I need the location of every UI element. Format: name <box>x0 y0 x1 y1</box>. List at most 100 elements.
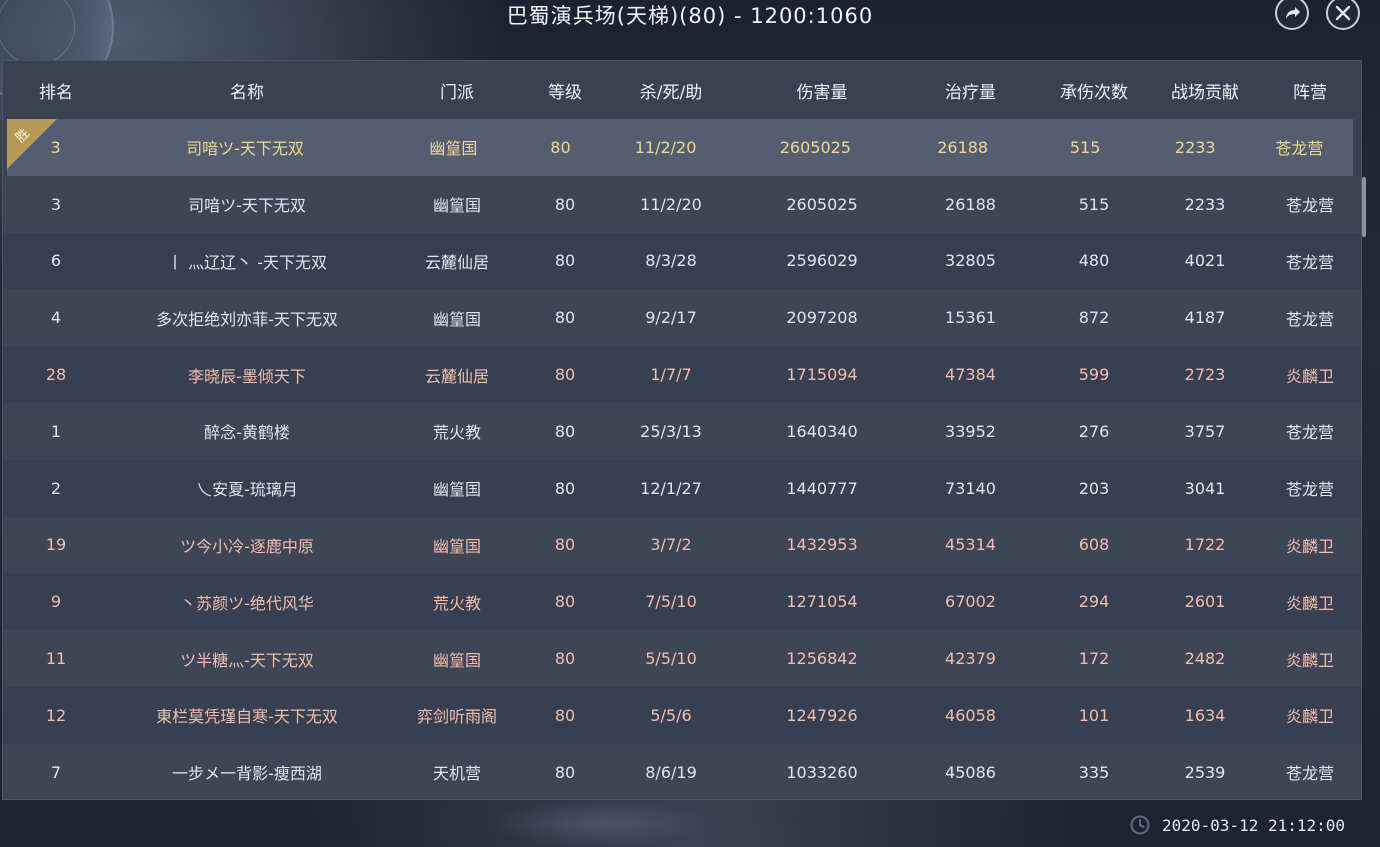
table-row[interactable]: 19 ツ今小冷-逐鹿中原 幽篁国 80 3/7/2 1432953 45314 … <box>3 516 1361 574</box>
clock-icon <box>1130 815 1150 835</box>
cell-rank: 19 <box>45 535 67 555</box>
table-row[interactable]: 3 司喑ツ-天下无双 幽篁国 80 11/2/20 2605025 26188 … <box>3 175 1361 233</box>
cell-kda: 7/5/10 <box>645 592 697 612</box>
highlighted-player-row[interactable]: 胜 3 司喑ツ-天下无双 幽篁国 80 11/2/20 2605025 2618… <box>7 119 1353 176</box>
cell-camp: 炎麟卫 <box>1285 536 1334 556</box>
cell-name: 乀安夏-琉璃月 <box>196 480 298 500</box>
cell-damage: 1715094 <box>786 365 858 385</box>
cell-hits: 599 <box>1078 365 1110 385</box>
timestamp-display: 2020-03-12 21:12:00 <box>1130 815 1345 835</box>
cell-sect: 幽篁国 <box>432 309 481 329</box>
cell-hits: 172 <box>1078 649 1110 669</box>
cell-camp: 炎麟卫 <box>1285 593 1334 613</box>
cell-contrib: 2233 <box>1184 194 1226 214</box>
cell-contrib: 4021 <box>1184 251 1226 271</box>
battle-title: 巴蜀演兵场(天梯)(80) - 1200:1060 <box>506 4 874 28</box>
cell-heal: 42379 <box>945 649 996 669</box>
cell-damage: 1271054 <box>786 592 858 612</box>
header-name[interactable]: 名称 <box>109 78 385 103</box>
cell-rank: 3 <box>50 194 62 214</box>
cell-level: 80 <box>554 535 576 555</box>
header-camp[interactable]: 阵营 <box>1260 78 1360 103</box>
cell-damage: 1033260 <box>786 762 858 782</box>
cell-kda: 3/7/2 <box>650 535 692 555</box>
header-kda[interactable]: 杀/死/助 <box>601 78 741 103</box>
cell-rank: 28 <box>45 365 67 385</box>
header-level[interactable]: 等级 <box>529 78 601 103</box>
cell-name: 醉念-黄鹤楼 <box>204 423 290 443</box>
table-row[interactable]: 2 乀安夏-琉璃月 幽篁国 80 12/1/27 1440777 73140 2… <box>3 459 1361 517</box>
cell-level: 80 <box>554 421 576 441</box>
decorative-glow <box>490 800 710 847</box>
table-row[interactable]: 7 一步メ一背影-瘦西湖 天机营 80 8/6/19 1033260 45086… <box>3 743 1361 799</box>
cell-camp: 苍龙营 <box>1285 764 1334 784</box>
cell-kda: 25/3/13 <box>640 421 702 441</box>
cell-kda: 5/5/10 <box>645 649 697 669</box>
cell-damage: 2097208 <box>786 308 858 328</box>
cell-heal: 15361 <box>945 308 996 328</box>
cell-level: 80 <box>554 308 576 328</box>
cell-kda: 11/2/20 <box>634 137 697 157</box>
header-hits[interactable]: 承伤次数 <box>1038 78 1150 103</box>
cell-level: 80 <box>554 365 576 385</box>
cell-hits: 608 <box>1078 535 1110 555</box>
cell-name: 司喑ツ-天下无双 <box>188 196 306 216</box>
cell-level: 80 <box>550 137 571 157</box>
cell-contrib: 3041 <box>1184 478 1226 498</box>
table-row[interactable]: 11 ツ半糖灬-天下无双 幽篁国 80 5/5/10 1256842 42379… <box>3 630 1361 687</box>
cell-contrib: 2539 <box>1184 762 1226 782</box>
cell-name: 司喑ツ-天下无双 <box>186 139 304 159</box>
cell-heal: 46058 <box>945 705 996 725</box>
cell-hits: 101 <box>1078 705 1110 725</box>
table-row[interactable]: 28 李晓辰-墨倾天下 云麓仙居 80 1/7/7 1715094 47384 … <box>3 346 1361 403</box>
cell-damage: 1432953 <box>786 535 858 555</box>
table-row[interactable]: 9 丶苏颜ツ-绝代风华 荒火教 80 7/5/10 1271054 67002 … <box>3 573 1361 631</box>
cell-contrib: 1722 <box>1184 535 1226 555</box>
cell-name: 丨 灬辽辽丶 -天下无双 <box>167 252 327 272</box>
cell-sect: 弈剑听雨阁 <box>416 707 497 727</box>
cell-rank: 7 <box>50 762 62 782</box>
cell-rank: 1 <box>50 421 62 441</box>
cell-damage: 1247926 <box>786 705 858 725</box>
cell-heal: 67002 <box>945 592 996 612</box>
cell-name: ツ今小冷-逐鹿中原 <box>180 536 314 556</box>
table-header: 排名 名称 门派 等级 杀/死/助 伤害量 治疗量 承伤次数 战场贡献 阵营 <box>3 61 1361 119</box>
cell-contrib: 2601 <box>1184 592 1226 612</box>
cell-heal: 26188 <box>945 194 996 214</box>
cell-sect: 幽篁国 <box>432 536 481 556</box>
header-damage[interactable]: 伤害量 <box>741 78 903 103</box>
cell-camp: 炎麟卫 <box>1285 707 1334 727</box>
cell-kda: 11/2/20 <box>640 194 702 214</box>
header-sect[interactable]: 门派 <box>385 78 529 103</box>
table-row[interactable]: 12 東栏莫凭瑾自寒-天下无双 弈剑听雨阁 80 5/5/6 1247926 4… <box>3 686 1361 744</box>
cell-name: ツ半糖灬-天下无双 <box>180 650 314 670</box>
cell-damage: 1640340 <box>786 421 858 441</box>
cell-kda: 8/6/19 <box>645 762 697 782</box>
cell-contrib: 2482 <box>1184 649 1226 669</box>
cell-camp: 苍龙营 <box>1285 480 1334 500</box>
cell-heal: 73140 <box>945 478 996 498</box>
scrollbar-thumb[interactable] <box>1362 177 1366 237</box>
cell-heal: 47384 <box>945 365 996 385</box>
header-contrib[interactable]: 战场贡献 <box>1150 78 1260 103</box>
cell-contrib: 2723 <box>1184 365 1226 385</box>
header-rank[interactable]: 排名 <box>3 78 109 103</box>
timestamp-text: 2020-03-12 21:12:00 <box>1162 815 1346 835</box>
cell-hits: 480 <box>1078 251 1110 271</box>
table-row[interactable]: 6 丨 灬辽辽丶 -天下无双 云麓仙居 80 8/3/28 2596029 32… <box>3 232 1361 290</box>
cell-level: 80 <box>554 251 576 271</box>
cell-damage: 2596029 <box>786 251 858 271</box>
cell-damage: 1256842 <box>786 649 858 669</box>
cell-rank: 2 <box>50 478 62 498</box>
table-row[interactable]: 4 多次拒绝刘亦菲-天下无双 幽篁国 80 9/2/17 2097208 153… <box>3 289 1361 347</box>
cell-sect: 荒火教 <box>432 423 481 443</box>
cell-heal: 26188 <box>937 137 989 157</box>
cell-hits: 335 <box>1078 762 1110 782</box>
header-heal[interactable]: 治疗量 <box>903 78 1038 103</box>
cell-level: 80 <box>554 478 576 498</box>
table-row[interactable]: 1 醉念-黄鹤楼 荒火教 80 25/3/13 1640340 33952 27… <box>3 402 1361 460</box>
cell-level: 80 <box>554 762 576 782</box>
cell-name: 李晓辰-墨倾天下 <box>188 366 306 386</box>
cell-contrib: 3757 <box>1184 421 1226 441</box>
cell-heal: 33952 <box>945 421 996 441</box>
